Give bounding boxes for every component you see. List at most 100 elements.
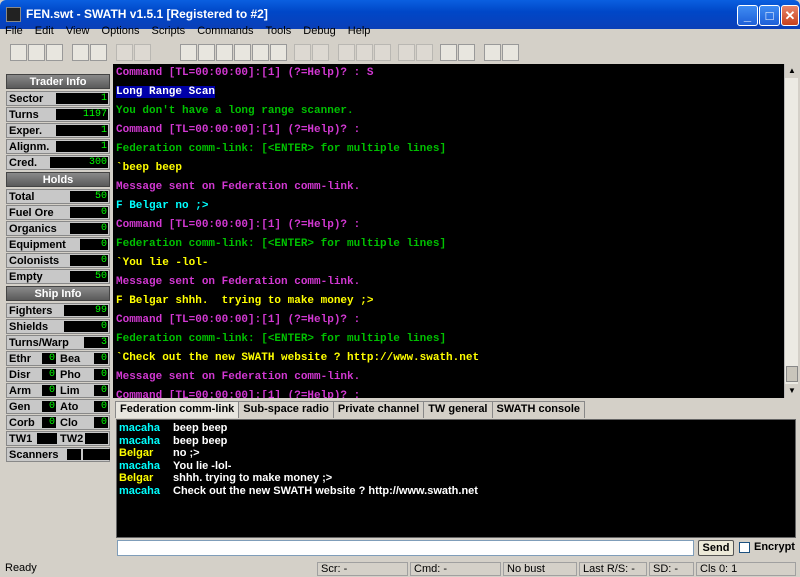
terminal-line-text: Federation comm-link: [<ENTER> for multi… bbox=[116, 333, 447, 345]
fuel-ore-row: Fuel Ore 0 bbox=[6, 205, 110, 220]
holds-header: Holds bbox=[6, 172, 110, 187]
tab-private-channel[interactable]: Private channel bbox=[332, 401, 425, 418]
tab-swath-console[interactable]: SWATH console bbox=[491, 401, 586, 418]
window-title: FEN.swt - SWATH v1.5.1 [Registered to #2… bbox=[26, 7, 268, 21]
menu-file[interactable]: File bbox=[0, 24, 27, 37]
chart-icon[interactable] bbox=[252, 44, 269, 61]
status-cmd: Cmd: - bbox=[410, 562, 501, 576]
chat-message: beep beep bbox=[173, 422, 228, 434]
scanner-2 bbox=[83, 449, 97, 460]
cred-label: Cred. bbox=[9, 157, 38, 169]
tab-federation-comm-link[interactable]: Federation comm-link bbox=[115, 401, 240, 418]
pho-value: 0 bbox=[94, 369, 108, 380]
terminal-line-text: Command [TL=00:00:00]:[1] (?=Help)? : S bbox=[116, 67, 374, 79]
tab-sub-space-radio[interactable]: Sub-space radio bbox=[238, 401, 334, 418]
terminal-line-text: Command [TL=00:00:00]:[1] (?=Help)? : bbox=[116, 124, 361, 136]
status-bust: No bust bbox=[503, 562, 577, 576]
terminal-line: Federation comm-link: [<ENTER> for multi… bbox=[116, 237, 781, 256]
grid-icon[interactable] bbox=[374, 44, 391, 61]
capture-icon[interactable] bbox=[116, 44, 133, 61]
tw1-label: TW1 bbox=[9, 433, 33, 445]
menu-tools[interactable]: Tools bbox=[261, 24, 296, 37]
status-scr: Scr: - bbox=[317, 562, 408, 576]
save-icon[interactable] bbox=[46, 44, 63, 61]
turns-row: Turns 1197 bbox=[6, 107, 110, 122]
lim-value: 0 bbox=[94, 385, 108, 396]
record-icon[interactable] bbox=[484, 44, 501, 61]
status-bar: Ready Scr: - Cmd: - No bust Last R/S: - … bbox=[0, 561, 800, 577]
new-icon[interactable] bbox=[10, 44, 27, 61]
tab-tw-general[interactable]: TW general bbox=[423, 401, 493, 418]
port-icon[interactable] bbox=[294, 44, 311, 61]
scroll-thumb[interactable] bbox=[786, 366, 798, 382]
maximize-button[interactable]: □ bbox=[759, 5, 780, 26]
menu-scripts[interactable]: Scripts bbox=[147, 24, 190, 37]
chat-sender: macaha bbox=[119, 484, 160, 497]
terminal-output[interactable]: Command [TL=00:00:00]:[1] (?=Help)? : S L… bbox=[113, 64, 784, 398]
gen-value: 0 bbox=[42, 401, 56, 412]
app-icon[interactable] bbox=[6, 7, 21, 22]
turns-label: Turns bbox=[9, 109, 39, 121]
menu-options[interactable]: Options bbox=[97, 24, 144, 37]
warp-icon[interactable] bbox=[356, 44, 373, 61]
fuel-ore-label: Fuel Ore bbox=[9, 207, 54, 219]
script-icon[interactable] bbox=[216, 44, 233, 61]
map-icon[interactable] bbox=[270, 44, 287, 61]
close-button[interactable]: ✕ bbox=[781, 5, 799, 26]
scroll-up-icon[interactable]: ▲ bbox=[785, 64, 799, 78]
organics-row: Organics 0 bbox=[6, 221, 110, 236]
terminal-line-text: Federation comm-link: [<ENTER> for multi… bbox=[116, 238, 447, 250]
planet-icon[interactable] bbox=[312, 44, 329, 61]
terminal-scrollbar[interactable]: ▲ ▼ bbox=[784, 64, 799, 398]
disr-pho-row: Disr 0 Pho 0 bbox=[6, 367, 110, 382]
clo-value: 0 bbox=[94, 417, 108, 428]
monitor-icon[interactable] bbox=[198, 44, 215, 61]
lightbulb-icon[interactable] bbox=[180, 44, 197, 61]
empty-value: 50 bbox=[70, 271, 108, 282]
scroll-down-icon[interactable]: ▼ bbox=[785, 384, 799, 398]
lim-label: Lim bbox=[60, 385, 80, 397]
menu-help[interactable]: Help bbox=[343, 24, 375, 37]
ato-label: Ato bbox=[60, 401, 79, 413]
menu-edit[interactable]: Edit bbox=[30, 24, 58, 37]
terminal-line: Command [TL=00:00:00]:[1] (?=Help)? : S bbox=[116, 66, 781, 85]
scanners-label: Scanners bbox=[9, 449, 59, 461]
terminal-line: Federation comm-link: [<ENTER> for multi… bbox=[116, 142, 781, 161]
chat-sender: macaha bbox=[119, 434, 160, 447]
chat-sender: macaha bbox=[119, 422, 160, 434]
terminal-line: Long Range Scan bbox=[116, 85, 781, 104]
shields-label: Shields bbox=[9, 321, 49, 333]
plug-icon[interactable] bbox=[234, 44, 251, 61]
binoculars-icon[interactable] bbox=[134, 44, 151, 61]
send-button[interactable]: Send bbox=[698, 540, 734, 556]
terminal-line: You don't have a long range scanner. bbox=[116, 104, 781, 123]
menu-view[interactable]: View bbox=[61, 24, 94, 37]
menu-commands[interactable]: Commands bbox=[192, 24, 257, 37]
minimize-button[interactable]: _ bbox=[737, 5, 758, 26]
terminal-line: F Belgar no ;> bbox=[116, 199, 781, 218]
open-icon[interactable] bbox=[28, 44, 45, 61]
arm-label: Arm bbox=[9, 385, 32, 397]
clo-label: Clo bbox=[60, 417, 78, 429]
message-input[interactable] bbox=[117, 540, 694, 556]
turns-value: 1197 bbox=[56, 109, 108, 120]
corb-value: 0 bbox=[42, 417, 56, 428]
terminal-line-text: Message sent on Federation comm-link. bbox=[116, 371, 361, 383]
trade-icon[interactable] bbox=[338, 44, 355, 61]
connect-icon[interactable] bbox=[72, 44, 89, 61]
encrypt-checkbox[interactable] bbox=[739, 542, 750, 553]
bust-icon[interactable] bbox=[416, 44, 433, 61]
calc-icon[interactable] bbox=[458, 44, 475, 61]
disconnect-icon[interactable] bbox=[90, 44, 107, 61]
pho-label: Pho bbox=[60, 369, 81, 381]
chat-log[interactable]: macaha beep beep macaha beep beep Belgar no ;… bbox=[116, 419, 796, 538]
terminal-line-text: Message sent on Federation comm-link. bbox=[116, 181, 361, 193]
terminal-line-text: `beep beep bbox=[116, 162, 183, 174]
sector-label: Sector bbox=[9, 93, 44, 105]
menu-debug[interactable]: Debug bbox=[298, 24, 339, 37]
ship-info-header: Ship Info bbox=[6, 286, 110, 301]
sphere-icon[interactable] bbox=[398, 44, 415, 61]
notes-icon[interactable] bbox=[502, 44, 519, 61]
chat-message: shhh. trying to make money ;> bbox=[173, 472, 333, 484]
globe-icon[interactable] bbox=[440, 44, 457, 61]
